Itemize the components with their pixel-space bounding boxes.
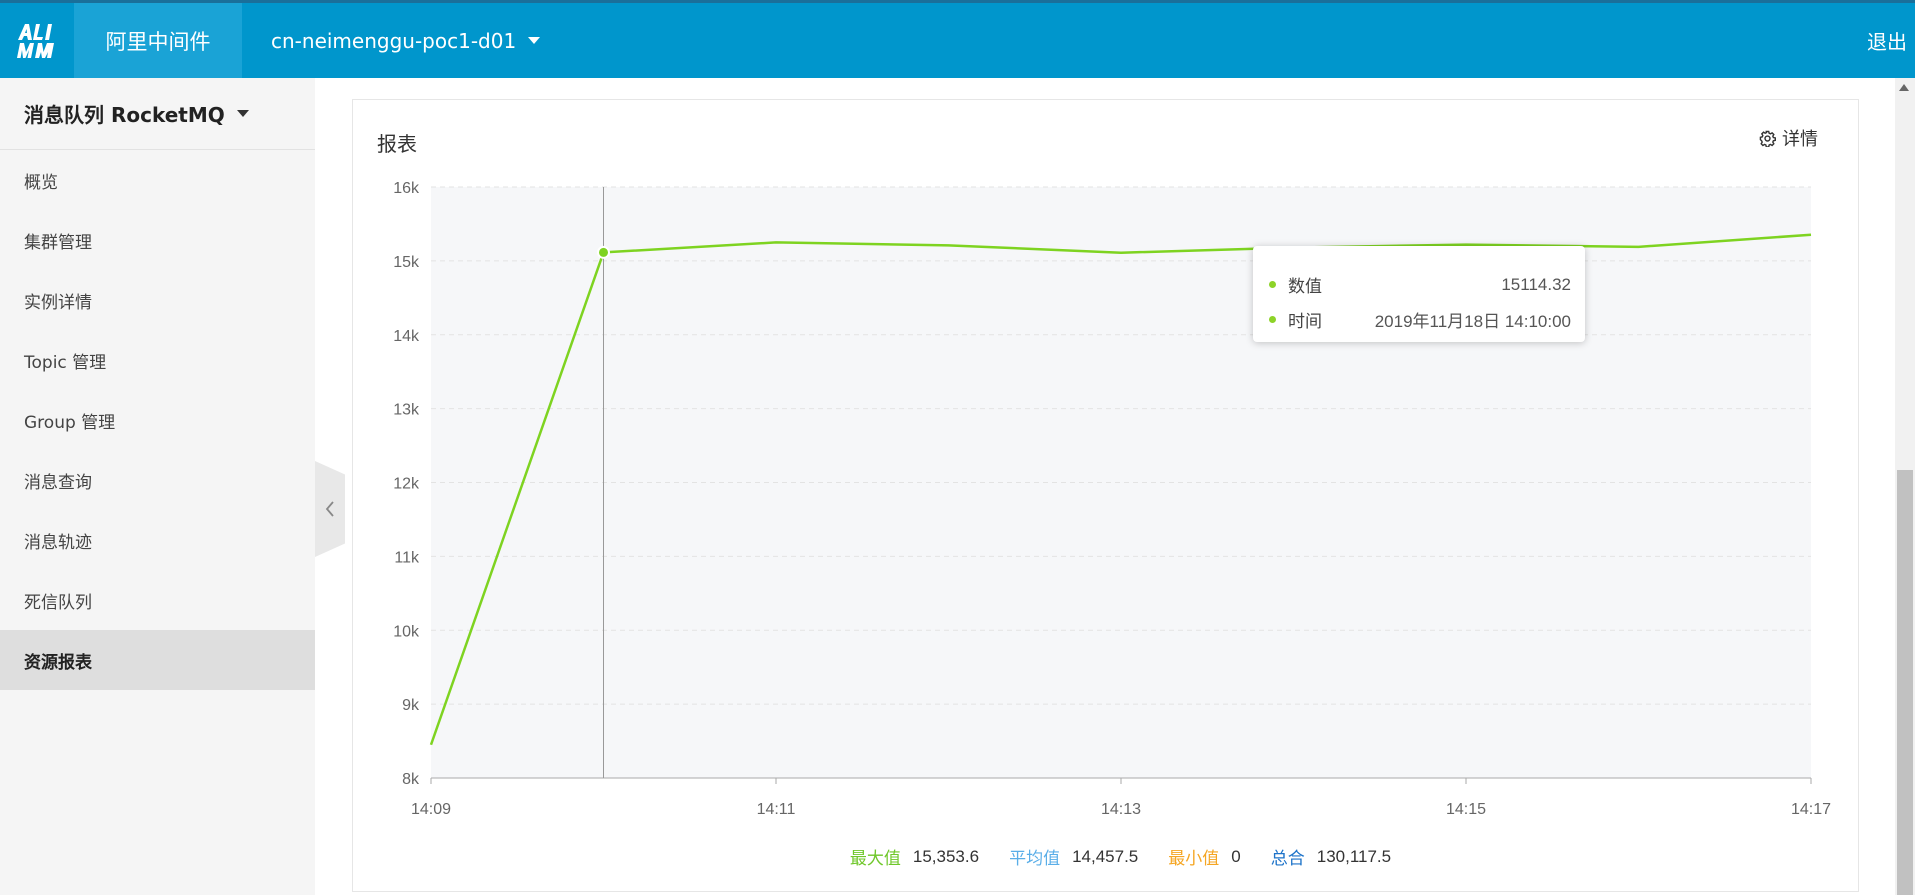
- sidebar-item-resource-report[interactable]: 资源报表: [0, 630, 315, 690]
- sidebar-item-group[interactable]: Group 管理: [0, 390, 315, 450]
- sidebar-item-instance[interactable]: 实例详情: [0, 270, 315, 330]
- avg-value: 14,457.5: [1072, 846, 1139, 866]
- sidebar-item-dead-letter[interactable]: 死信队列: [0, 570, 315, 630]
- aliware-logo-icon: [17, 23, 54, 58]
- y-tick-label: 11k: [394, 549, 420, 566]
- avg-label: 平均值: [1009, 849, 1061, 869]
- y-tick-label: 13k: [393, 402, 420, 419]
- highlight-point: [597, 245, 610, 259]
- sidebar: 消息队列 RocketMQ 概览 集群管理 实例详情 Topic 管理 Grou…: [0, 78, 315, 895]
- brand-label[interactable]: 阿里中间件: [74, 3, 242, 78]
- sidebar-item-overview[interactable]: 概览: [0, 150, 315, 210]
- chart-summary: 最大值 15,353.6 平均值 14,457.5 最小值 0 总合 130,1…: [353, 844, 1858, 870]
- min-label: 最小值: [1168, 849, 1220, 869]
- chart-tooltip: 数值 15114.32 时间 2019年11月18日 14:10:00: [1253, 246, 1585, 342]
- aliware-logo[interactable]: [0, 3, 74, 78]
- scroll-up-arrow-icon[interactable]: [1899, 84, 1909, 91]
- chevron-down-icon: [236, 110, 249, 117]
- logout-button[interactable]: 退出: [1867, 3, 1907, 78]
- tooltip-time: 2019年11月18日 14:10:00: [1374, 312, 1571, 331]
- x-tick-label: 14:11: [757, 801, 796, 818]
- x-tick-label: 14:15: [1446, 801, 1486, 818]
- y-tick-label: 9k: [402, 697, 420, 714]
- product-selector[interactable]: 消息队列 RocketMQ: [0, 78, 315, 150]
- sidebar-item-message-trace[interactable]: 消息轨迹: [0, 510, 315, 570]
- y-tick-label: 12k: [393, 476, 420, 493]
- series-dot-icon: [1269, 316, 1276, 323]
- tooltip-value: 15114.32: [1501, 274, 1571, 294]
- tooltip-value-label: 数值: [1288, 277, 1322, 297]
- min-value: 0: [1231, 846, 1241, 866]
- sidebar-item-cluster[interactable]: 集群管理: [0, 210, 315, 270]
- x-tick-label: 14:13: [1101, 801, 1141, 818]
- sidebar-item-topic[interactable]: Topic 管理: [0, 330, 315, 390]
- sidebar-collapse-toggle[interactable]: [315, 461, 345, 557]
- y-tick-label: 16k: [393, 180, 420, 197]
- y-tick-label: 10k: [393, 623, 420, 640]
- max-label: 最大值: [849, 849, 901, 869]
- sum-label: 总合: [1270, 849, 1305, 869]
- region-label: cn-neimenggu-poc1-d01: [271, 28, 517, 53]
- max-value: 15,353.6: [912, 846, 980, 866]
- y-tick-label: 14k: [393, 328, 420, 345]
- region-selector[interactable]: cn-neimenggu-poc1-d01: [271, 3, 541, 78]
- chevron-left-icon: [325, 501, 334, 517]
- x-tick-label: 14:09: [411, 801, 451, 818]
- tooltip-time-label: 时间: [1288, 312, 1322, 332]
- chevron-down-icon: [528, 37, 541, 44]
- series-dot-icon: [1269, 281, 1276, 288]
- product-label: 消息队列 RocketMQ: [24, 103, 225, 127]
- x-tick-label: 14:17: [1791, 801, 1831, 818]
- scrollbar-thumb[interactable]: [1897, 470, 1913, 895]
- top-bar: 阿里中间件 cn-neimenggu-poc1-d01 退出: [0, 0, 1915, 78]
- line-chart: 8k 9k 10k 11k 12k 13k 14k 15k 16k 14:09 14:11 14:13…: [393, 180, 1831, 818]
- y-tick-label: 15k: [393, 254, 420, 271]
- report-card: 报表 详情 8k 9k 10k 11k 12k 13k 14k 15k 16k 14:09 14:1…: [352, 99, 1859, 892]
- sidebar-item-message-query[interactable]: 消息查询: [0, 450, 315, 510]
- sum-value: 130,117.5: [1316, 846, 1392, 866]
- y-tick-label: 8k: [402, 771, 420, 788]
